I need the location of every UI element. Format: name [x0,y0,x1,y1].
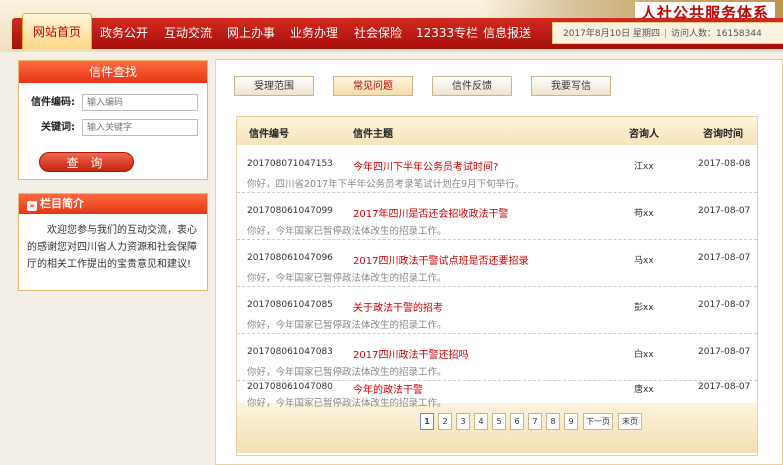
letter-subject-link[interactable]: 2017年四川是否还会招收政法干警 [353,205,508,220]
letter-number: 201708061047080 [247,382,333,392]
letters-table: 信件编号 信件主题 咨询人 咨询时间 201708071047153 今年四川下… [236,116,758,456]
tab-scope[interactable]: 受理范围 [234,76,314,96]
tab-feedback[interactable]: 信件反馈 [432,76,512,96]
page-2-button[interactable]: 2 [438,413,452,430]
main-panel: 受理范围 常见问题 信件反馈 我要写信 信件编号 信件主题 咨询人 咨询时间 2… [215,59,783,465]
letter-reply: 你好，今年国家已暂停政法体改生的招录工作。 [247,398,447,409]
column-intro-panel: » 栏目简介 欢迎您参与我们的互动交流，衷心的感谢您对四川省人力资源和社会保障厅的… [18,193,208,291]
table-row: 201708071047153 今年四川下半年公务员考试时间? 江xx 2017… [237,147,757,193]
nav-item-social-insurance[interactable]: 社会保险 [354,18,402,49]
tab-write-letter[interactable]: 我要写信 [531,76,611,96]
letter-date: 2017-08-07 [698,382,751,392]
code-input[interactable] [82,94,198,111]
visitor-label: 访问人数： [671,29,717,39]
letter-reply: 你好，今年国家已暂停政法体改生的招录工作。 [247,226,447,237]
col-header-subject: 信件主题 [353,129,393,140]
current-date: 2017年8月10日 星期四 [563,29,660,39]
letter-asker: 彭xx [634,303,654,313]
arrow-right-icon: » [27,201,37,211]
pagination: 你好，今年国家已暂停政法体改生的招录工作。 1 2 3 4 5 6 7 8 9 … [237,398,757,453]
col-header-asker: 咨询人 [629,129,659,140]
main-nav: 网站首页 政务公开 互动交流 网上办事 业务办理 社会保险 12333专栏 信息… [12,13,783,49]
letter-reply: 你好，四川省2017年下半年公务员考录笔试计划在9月下旬举行。 [247,179,525,190]
site-header: 人社公共服务体系 网站首页 政务公开 互动交流 网上办事 业务办理 社会保险 1… [0,0,783,52]
letter-asker: 白xx [634,350,654,360]
nav-item-business[interactable]: 业务办理 [290,18,338,49]
nav-item-info-report[interactable]: 信息报送 [483,18,531,49]
letter-number: 201708061047096 [247,253,333,263]
page-6-button[interactable]: 6 [510,413,524,430]
letter-asker: 唐xx [634,385,654,395]
table-header: 信件编号 信件主题 咨询人 咨询时间 [237,117,757,145]
page-4-button[interactable]: 4 [474,413,488,430]
page-3-button[interactable]: 3 [456,413,470,430]
letter-date: 2017-08-07 [698,253,751,263]
letter-reply: 你好，今年国家已暂停政法体改生的招录工作。 [247,273,447,284]
letter-reply: 你好，今年国家已暂停政法体改生的招录工作。 [247,320,447,331]
letter-subject-link[interactable]: 2017四川政法干警还招吗 [353,346,468,361]
keyword-label: 关键词: [41,122,75,133]
col-header-time: 咨询时间 [703,129,743,140]
letter-asker: 马xx [634,256,654,266]
letter-subject-link[interactable]: 2017四川政法干警试点班是否还要招录 [353,252,528,267]
date-visitor-bar: 2017年8月10日 星期四 | 访问人数：16158344 [552,22,783,44]
last-page-button[interactable]: 末页 [618,413,642,430]
page-9-button[interactable]: 9 [564,413,578,430]
nav-item-12333[interactable]: 12333专栏 [416,18,478,49]
letter-date: 2017-08-08 [698,159,751,169]
table-row: 201708061047085 关于政法干警的招考 彭xx 2017-08-07… [237,288,757,334]
table-row: 201708061047083 2017四川政法干警还招吗 白xx 2017-0… [237,335,757,381]
next-page-button[interactable]: 下一页 [583,413,613,430]
column-intro-header: » 栏目简介 [19,194,207,214]
page-8-button[interactable]: 8 [546,413,560,430]
page-5-button[interactable]: 5 [492,413,506,430]
letter-search-panel: 信件查找 信件编码: 关键词: 查 询 [18,60,208,180]
letter-asker: 苟xx [634,209,654,219]
letter-subject-link[interactable]: 今年四川下半年公务员考试时间? [353,158,498,173]
table-row: 201708061047096 2017四川政法干警试点班是否还要招录 马xx … [237,241,757,287]
letter-subject-link[interactable]: 今年的政法干警 [353,381,423,396]
page-1-button[interactable]: 1 [420,413,434,430]
page-7-button[interactable]: 7 [528,413,542,430]
letter-search-title: 信件查找 [19,61,207,83]
letter-date: 2017-08-07 [698,347,751,357]
table-row: 201708061047099 2017年四川是否还会招收政法干警 苟xx 20… [237,194,757,240]
letter-number: 201708061047083 [247,347,333,357]
letter-number: 201708061047099 [247,206,333,216]
letter-asker: 江xx [634,162,654,172]
letter-reply: 你好，今年国家已暂停政法体改生的招录工作。 [247,367,447,378]
nav-item-interaction[interactable]: 互动交流 [164,18,212,49]
keyword-input[interactable] [82,119,198,136]
nav-item-gov-affairs[interactable]: 政务公开 [100,18,148,49]
nav-item-home[interactable]: 网站首页 [22,13,92,49]
letter-subject-link[interactable]: 关于政法干警的招考 [353,299,443,314]
query-button[interactable]: 查 询 [39,152,134,172]
visitor-count: 16158344 [716,29,762,39]
code-label: 信件编码: [31,97,75,108]
letter-date: 2017-08-07 [698,300,751,310]
letter-number: 201708061047085 [247,300,333,310]
letter-date: 2017-08-07 [698,206,751,216]
tab-faq[interactable]: 常见问题 [333,76,413,96]
col-header-number: 信件编号 [249,129,289,140]
letter-number: 201708071047153 [247,159,333,169]
column-intro-title: 栏目简介 [40,197,84,210]
column-intro-text: 欢迎您参与我们的互动交流，衷心的感谢您对四川省人力资源和社会保障厅的相关工作提出… [27,225,197,270]
nav-item-online-service[interactable]: 网上办事 [227,18,275,49]
